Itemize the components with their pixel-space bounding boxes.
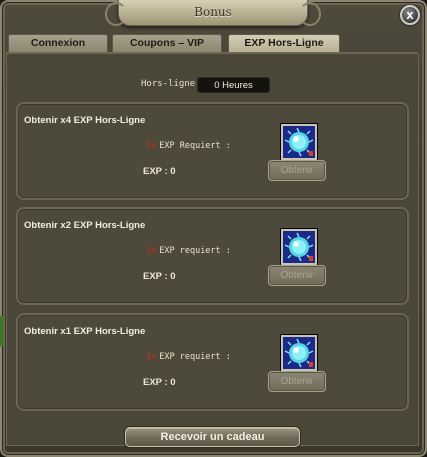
close-button[interactable]: x xyxy=(400,5,420,25)
offline-hours-value: 0 Heures xyxy=(197,77,270,93)
window-title: Bonus xyxy=(194,5,232,19)
requirement-label: EXP Requiert : xyxy=(159,141,231,151)
blue-orb-item-icon[interactable] xyxy=(281,124,317,160)
exp-value: EXP : 0 xyxy=(143,271,176,282)
requirement-line: 1x EXP requiert : xyxy=(146,352,231,362)
blue-orb-item-icon[interactable] xyxy=(281,335,317,371)
offline-label: Hors-ligne xyxy=(141,79,196,89)
blue-orb-item-icon[interactable] xyxy=(281,229,317,265)
title-plate: Bonus xyxy=(105,0,321,26)
tab-exp-hors-ligne[interactable]: EXP Hors-Ligne xyxy=(228,34,340,53)
requirement-line: 1x EXP requiert : xyxy=(146,246,231,256)
background-edge xyxy=(0,316,3,346)
obtain-button[interactable]: Obtenir xyxy=(268,160,326,181)
panel-exp-x4: Obtenir x4 EXP Hors-Ligne 1x EXP Requiert… xyxy=(16,102,409,200)
requirement-line: 1x EXP Requiert : xyxy=(146,141,231,151)
exp-value: EXP : 0 xyxy=(143,166,176,177)
tab-connexion[interactable]: Connexion xyxy=(8,34,108,52)
orb-graphic xyxy=(283,337,315,369)
close-icon: x xyxy=(406,7,414,22)
panel-title: Obtenir x2 EXP Hors-Ligne xyxy=(24,220,146,231)
panel-title: Obtenir x1 EXP Hors-Ligne xyxy=(24,326,146,337)
requirement-count: 1x xyxy=(146,246,157,256)
obtain-button[interactable]: Obtenir xyxy=(268,265,326,286)
panel-exp-x1: Obtenir x1 EXP Hors-Ligne 1x EXP requiert… xyxy=(16,313,409,411)
requirement-count: 1x xyxy=(146,141,157,151)
orb-graphic xyxy=(283,231,315,263)
requirement-count: 1x xyxy=(146,352,157,362)
exp-value: EXP : 0 xyxy=(143,377,176,388)
requirement-label: EXP requiert : xyxy=(159,246,231,256)
obtain-button[interactable]: Obtenir xyxy=(268,371,326,392)
tab-coupons-vip[interactable]: Coupons – VIP xyxy=(112,34,222,52)
panel-exp-x2: Obtenir x2 EXP Hors-Ligne 1x EXP requiert… xyxy=(16,207,409,305)
orb-graphic xyxy=(283,126,315,158)
panel-title: Obtenir x4 EXP Hors-Ligne xyxy=(24,115,146,126)
receive-gift-button[interactable]: Recevoir un cadeau xyxy=(125,427,300,447)
requirement-label: EXP requiert : xyxy=(159,352,231,362)
